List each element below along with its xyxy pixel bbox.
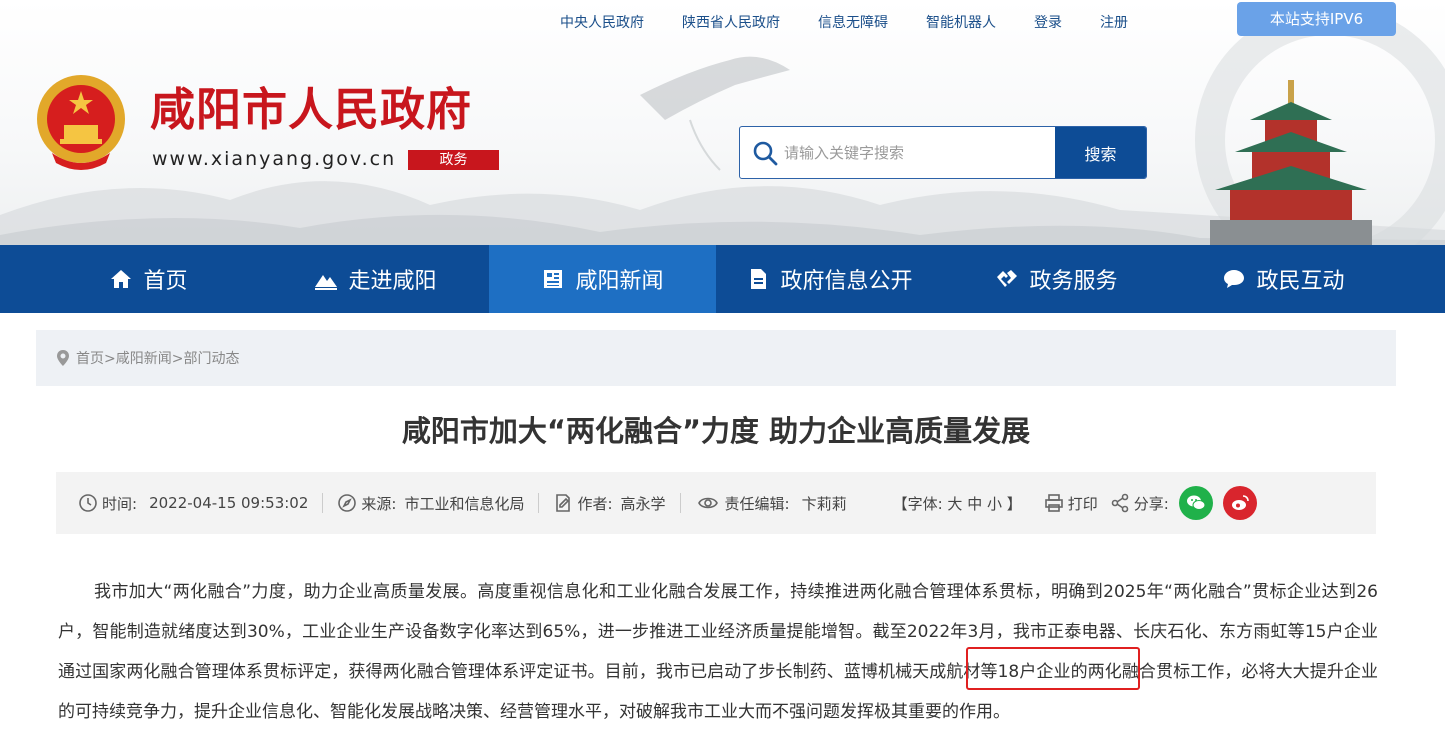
location-pin-icon (57, 350, 69, 366)
divider (322, 493, 324, 513)
nav-about[interactable]: 走进咸阳 (262, 245, 489, 313)
site-header: 中央人民政府 陕西省人民政府 信息无障碍 智能机器人 登录 注册 本站支持IPV… (0, 0, 1445, 245)
share-label: 分享: (1133, 494, 1169, 513)
meta-time: 时间: 2022-04-15 09:53:02 (78, 493, 308, 514)
font-size-label[interactable]: 【字体: 大 中 小 】 (893, 493, 1022, 514)
breadcrumb-text[interactable]: 首页>咸阳新闻>部门动态 (76, 348, 239, 368)
site-url: www.xianyang.gov.cn (152, 148, 397, 170)
nav-news[interactable]: 咸阳新闻 (489, 245, 716, 313)
article-title: 咸阳市加大“两化融合”力度 助力企业高质量发展 (401, 414, 1031, 448)
eye-icon (697, 497, 718, 509)
nav-label: 政民互动 (1256, 269, 1345, 294)
mountain-icon (315, 275, 338, 290)
divider (538, 493, 540, 513)
share-section: 分享: (1110, 493, 1169, 514)
meta-source: 来源: 市工业和信息化局 (337, 493, 524, 514)
site-title: 咸阳市人民政府 (150, 83, 473, 136)
site-badge: 政务 (408, 150, 499, 170)
search-box: 搜索 (739, 126, 1147, 179)
edit-icon (556, 494, 571, 512)
clock-icon (79, 494, 97, 512)
nav-label: 走进咸阳 (348, 269, 437, 294)
wechat-icon (1186, 495, 1206, 510)
nav-label: 政务服务 (1029, 269, 1118, 294)
top-link-register[interactable]: 注册 (1100, 12, 1128, 34)
meta-author: 作者: 高永学 (553, 493, 666, 514)
compass-icon (338, 494, 357, 512)
meta-author-value: 高永学 (620, 494, 666, 513)
share-weibo-button[interactable] (1222, 486, 1257, 520)
nav-home[interactable]: 首页 (35, 245, 262, 313)
top-links: 中央人民政府 陕西省人民政府 信息无障碍 智能机器人 登录 注册 (560, 12, 1166, 34)
meta-editor-label: 责任编辑: (724, 494, 790, 513)
nav-label: 政府信息公开 (780, 269, 913, 294)
top-link-accessibility[interactable]: 信息无障碍 (818, 12, 888, 34)
breadcrumb: 首页>咸阳新闻>部门动态 (36, 330, 1396, 386)
main-nav: 首页 走进咸阳 咸阳新闻 政府信息公开 政务服务 政民互动 (0, 245, 1445, 313)
meta-time-label: 时间: (102, 494, 138, 513)
meta-editor: 责任编辑: 卞莉莉 (695, 493, 847, 514)
print-button[interactable]: 打印 (1044, 493, 1098, 514)
search-button[interactable]: 搜索 (1055, 127, 1146, 178)
font-size-control[interactable]: 【字体: 大 中 小 】 (893, 493, 1022, 514)
meta-editor-value: 卞莉莉 (801, 494, 847, 513)
document-icon (751, 269, 767, 289)
meta-source-label: 来源: (361, 494, 397, 513)
handshake-icon (997, 270, 1018, 287)
pagoda-illustration (1210, 80, 1372, 245)
print-label: 打印 (1067, 494, 1098, 513)
home-icon (111, 270, 132, 288)
meta-time-value: 2022-04-15 09:53:02 (149, 494, 309, 512)
search-icon (753, 141, 778, 166)
top-link-login[interactable]: 登录 (1034, 12, 1062, 34)
chat-icon (1224, 270, 1245, 288)
share-wechat-button[interactable] (1178, 486, 1213, 520)
search-input[interactable] (784, 127, 1054, 178)
top-link-robot[interactable]: 智能机器人 (926, 12, 996, 34)
top-link-central-gov[interactable]: 中央人民政府 (560, 12, 644, 34)
nav-label: 咸阳新闻 (575, 269, 664, 294)
nav-gov-info[interactable]: 政府信息公开 (716, 245, 943, 313)
ipv6-badge: 本站支持IPV6 (1237, 2, 1396, 36)
meta-source-value: 市工业和信息化局 (404, 494, 525, 513)
national-emblem-icon (37, 75, 125, 170)
meta-author-label: 作者: (577, 494, 613, 513)
news-icon (544, 270, 563, 288)
nav-interaction[interactable]: 政民互动 (1170, 245, 1397, 313)
printer-icon (1044, 494, 1063, 512)
weibo-icon (1231, 495, 1249, 510)
article-meta: 时间: 2022-04-15 09:53:02 来源: 市工业和信息化局 作者:… (56, 472, 1376, 534)
nav-label: 首页 (143, 269, 188, 294)
share-icon (1111, 493, 1129, 513)
top-link-shaanxi-gov[interactable]: 陕西省人民政府 (682, 12, 780, 34)
divider (679, 493, 681, 513)
nav-services[interactable]: 政务服务 (943, 245, 1170, 313)
article-body: 我市加大“两化融合”力度，助力企业高质量发展。高度重视信息化和工业化融合发展工作… (58, 582, 1378, 722)
